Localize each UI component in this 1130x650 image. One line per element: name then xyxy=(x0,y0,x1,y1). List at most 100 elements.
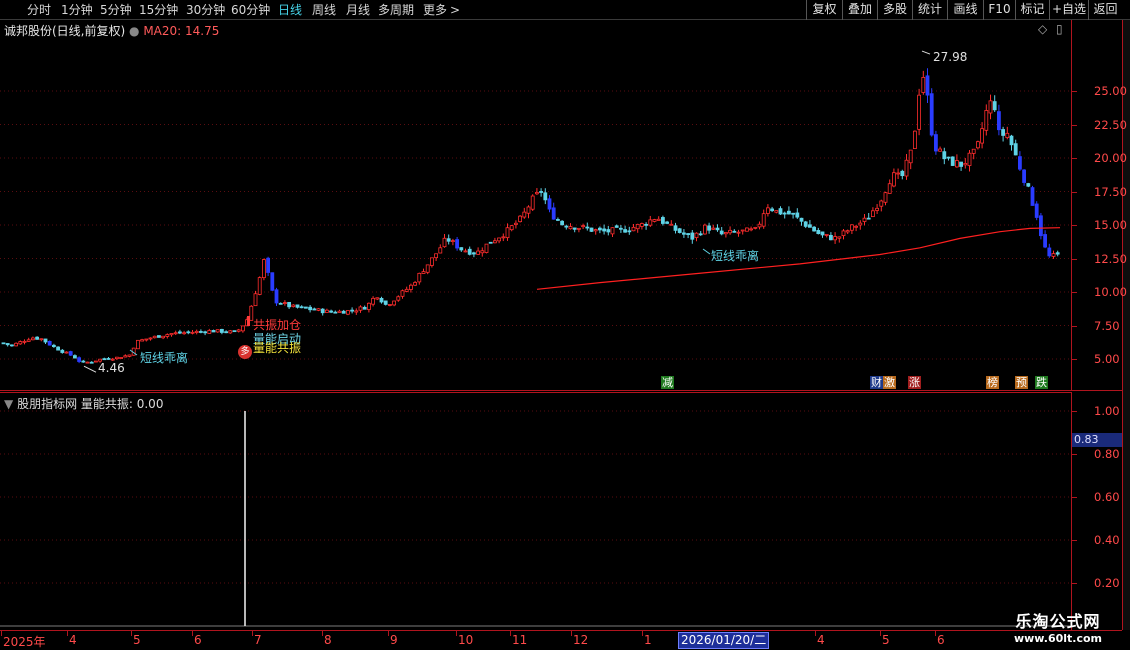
candle-body xyxy=(9,344,14,347)
candle-body xyxy=(148,337,153,340)
candle-body xyxy=(123,355,128,358)
candle-body xyxy=(627,230,632,233)
candle-body xyxy=(358,306,363,311)
chart-canvas xyxy=(0,50,1072,627)
candle-body xyxy=(766,207,770,214)
candle-body xyxy=(623,229,627,233)
candle-body xyxy=(429,257,434,266)
candle-body xyxy=(728,229,732,234)
candle-body xyxy=(963,163,968,166)
candle-body xyxy=(976,141,980,149)
candle-body xyxy=(1022,169,1026,183)
event-reduce-icon[interactable]: 减 xyxy=(661,376,674,389)
candle-body xyxy=(761,213,766,227)
candle-body xyxy=(152,335,157,339)
candle-body xyxy=(934,134,938,152)
candle-body xyxy=(56,346,60,351)
candle-body xyxy=(610,227,615,235)
candle-body xyxy=(467,248,472,255)
date-label: 10 xyxy=(458,633,474,647)
candle-body xyxy=(589,227,594,232)
date-label: 5 xyxy=(133,633,141,647)
candle-body xyxy=(219,328,224,333)
candle-body xyxy=(619,227,623,230)
event-finance-icon[interactable]: 财 xyxy=(870,376,883,389)
candle-body xyxy=(833,236,837,241)
candle-body xyxy=(904,159,909,177)
price-tick-label: 10.00 xyxy=(1094,285,1127,299)
candle-body xyxy=(795,212,800,218)
event-rise-icon[interactable]: 涨 xyxy=(908,376,921,389)
candle-body xyxy=(266,257,271,273)
candle-body xyxy=(929,93,934,136)
candle-body xyxy=(971,148,976,154)
candle-body xyxy=(161,335,166,339)
candle-body xyxy=(808,224,812,228)
candle-body xyxy=(677,228,682,233)
event-incentive-icon[interactable]: 激 xyxy=(883,376,896,389)
price-tick-label: 22.50 xyxy=(1094,117,1127,132)
candle-body xyxy=(690,232,695,240)
candle-body xyxy=(803,221,808,227)
candle-body xyxy=(669,223,674,226)
candle-body xyxy=(169,333,174,336)
date-label: 4 xyxy=(69,633,77,647)
candle-body xyxy=(656,218,661,221)
price-tick-label: 15.00 xyxy=(1094,218,1127,232)
back-button[interactable]: 返回 xyxy=(1088,0,1122,20)
candle-body xyxy=(526,206,531,214)
candle-body xyxy=(866,217,871,220)
cursor-date-label: 2026/01/20/二 xyxy=(678,632,770,649)
candle-body xyxy=(215,329,220,333)
candle-body xyxy=(438,247,443,254)
candle-body xyxy=(875,207,879,211)
candle-body xyxy=(514,222,518,225)
candle-body xyxy=(492,240,497,244)
candle-body xyxy=(858,222,863,226)
candle-body xyxy=(950,156,955,166)
price-tick-label: 25.00 xyxy=(1094,84,1127,98)
right-scroll-strip[interactable] xyxy=(1122,20,1130,630)
candle-body xyxy=(295,304,300,308)
candle-body xyxy=(711,227,716,230)
candle-body xyxy=(455,239,460,249)
event-forecast-icon[interactable]: 预 xyxy=(1015,376,1028,389)
indicator-tick-label: 0.60 xyxy=(1094,490,1120,504)
candle-body xyxy=(799,217,804,222)
annotation-short-deviation-1: 短线乖离 xyxy=(140,351,189,365)
candle-body xyxy=(203,331,208,334)
candle-body xyxy=(644,223,648,226)
indicator-tick-mark xyxy=(1072,454,1077,455)
candle-body xyxy=(732,230,737,233)
candle-body xyxy=(686,233,690,236)
indicator-tick-label: 0.80 xyxy=(1094,447,1120,461)
high-pointer xyxy=(921,50,931,55)
candle-body xyxy=(774,210,779,213)
candle-body xyxy=(887,183,892,194)
candle-body xyxy=(753,226,758,229)
candle-body xyxy=(593,229,598,232)
candle-body xyxy=(345,310,350,315)
event-fall-icon[interactable]: 跌 xyxy=(1035,376,1048,389)
candle-body xyxy=(127,354,132,357)
candle-body xyxy=(556,219,560,221)
event-list-icon[interactable]: 榜 xyxy=(986,376,999,389)
candle-body xyxy=(232,330,237,333)
candle-body xyxy=(408,284,413,290)
candle-body xyxy=(665,221,669,224)
candle-body xyxy=(648,219,653,226)
candle-body xyxy=(211,330,216,333)
low-price-label: 4.46 xyxy=(98,361,125,375)
candle-body xyxy=(488,241,493,244)
candle-body xyxy=(602,228,606,232)
candle-body xyxy=(900,170,905,177)
candle-body xyxy=(980,128,984,144)
candle-body xyxy=(501,236,506,239)
candle-body xyxy=(543,192,548,201)
candle-body xyxy=(236,329,241,332)
candle-body xyxy=(52,344,56,348)
candle-body xyxy=(997,111,1001,131)
event-badge[interactable]: 多 xyxy=(238,345,252,359)
candle-body xyxy=(606,229,611,233)
annotation-short-deviation-2: 短线乖离 xyxy=(711,249,760,263)
